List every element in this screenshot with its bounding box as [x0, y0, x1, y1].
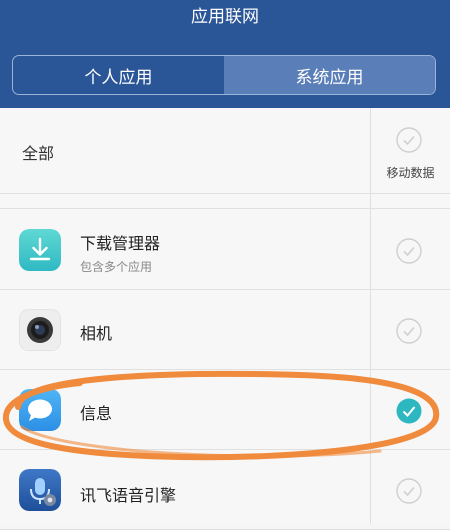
list-item: 讯飞语音引擎 — [0, 450, 450, 530]
app-name: 相机 — [80, 324, 113, 343]
mobile-data-column-label: 移动数据 — [386, 166, 435, 180]
select-all-checkbox[interactable] — [396, 127, 422, 153]
list-item: 相机 — [0, 290, 450, 370]
app-name: 信息 — [80, 404, 113, 423]
mobile-data-checkbox[interactable] — [396, 478, 422, 504]
app-name: 下载管理器 — [80, 234, 161, 253]
select-all-label: 全部 — [22, 144, 55, 163]
message-icon — [19, 389, 61, 431]
camera-icon — [19, 309, 61, 351]
tab-system-apps[interactable]: 系统应用 — [224, 56, 435, 94]
tab-segmented-control: 个人应用 系统应用 — [12, 55, 436, 95]
list-item: 下载管理器 包含多个应用 — [0, 210, 450, 290]
app-header: 应用联网 个人应用 系统应用 — [0, 0, 450, 108]
mobile-data-checkbox-checked[interactable] — [396, 398, 422, 424]
section-gap — [0, 194, 450, 209]
mobile-data-checkbox[interactable] — [396, 238, 422, 264]
mobile-data-checkbox[interactable] — [396, 318, 422, 344]
select-all-row: 全部 移动数据 — [0, 108, 450, 194]
download-icon — [19, 229, 61, 271]
app-name: 讯飞语音引擎 — [80, 486, 177, 505]
voice-engine-icon — [19, 469, 61, 511]
list-item: 信息 — [0, 370, 450, 450]
tab-personal-apps[interactable]: 个人应用 — [13, 56, 224, 94]
page-title: 应用联网 — [191, 7, 259, 27]
app-subtitle: 包含多个应用 — [80, 260, 153, 274]
